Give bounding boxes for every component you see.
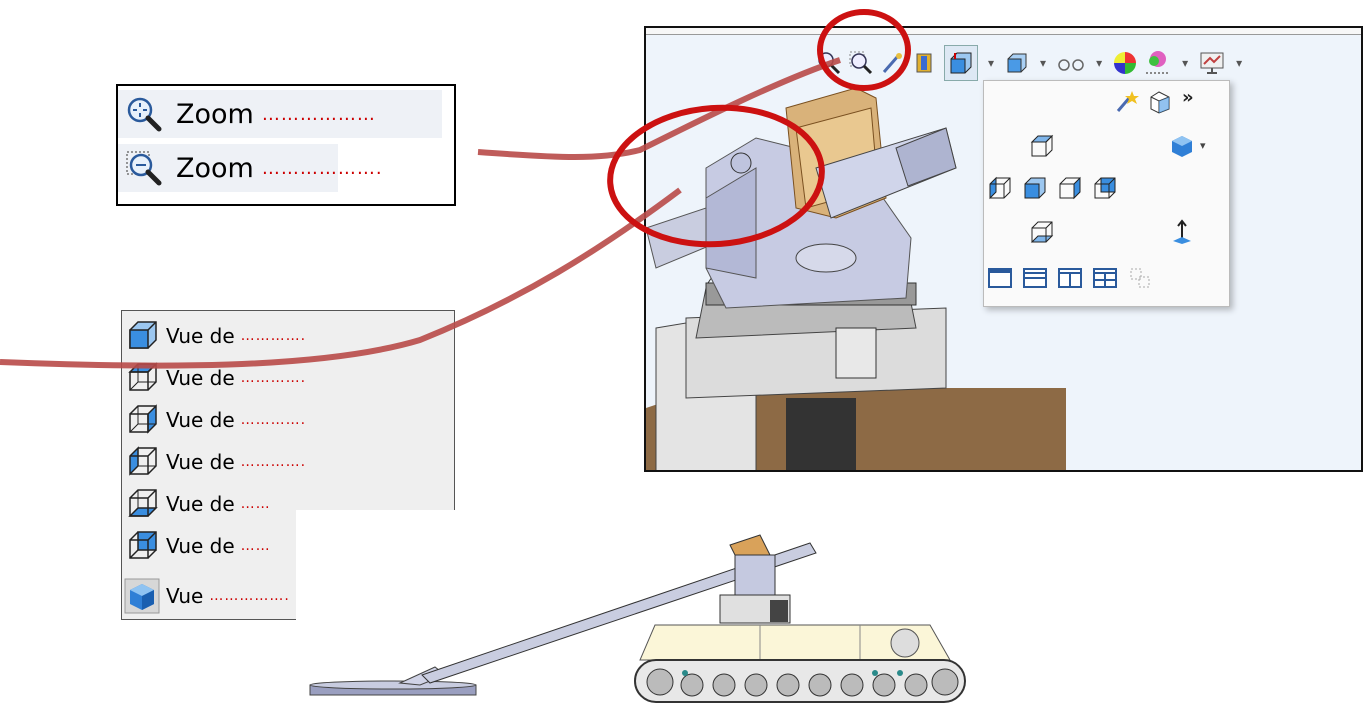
tb-apply-scene[interactable] bbox=[1144, 46, 1172, 80]
top-view-icon bbox=[128, 362, 158, 391]
edit-appearance-icon bbox=[1114, 52, 1137, 74]
view-row-front[interactable]: Vue de …………. bbox=[124, 315, 306, 357]
chevron-down-icon[interactable]: ▾ bbox=[1040, 56, 1046, 70]
zoom-to-area-icon bbox=[126, 151, 162, 186]
front-view-icon bbox=[129, 321, 157, 349]
right-view-icon bbox=[129, 404, 157, 434]
view-label: Vue de bbox=[166, 366, 235, 390]
view-blank: …………. bbox=[240, 454, 307, 470]
zoom-blank: ……………… bbox=[261, 103, 376, 125]
view-row-right[interactable]: Vue de …………. bbox=[124, 399, 306, 441]
two-view-vertical-icon[interactable] bbox=[1057, 265, 1083, 291]
view-settings-icon bbox=[1200, 52, 1224, 74]
tb-zoom-area[interactable] bbox=[848, 46, 874, 80]
view-blank: …………. bbox=[240, 328, 307, 344]
back-view-icon[interactable] bbox=[1092, 175, 1118, 201]
view-label: Vue de bbox=[166, 408, 235, 432]
bottom-view-icon bbox=[128, 489, 158, 517]
view-label: Vue de bbox=[166, 450, 235, 474]
zoom-panel: Zoom ……………… Zoom ………………. bbox=[116, 84, 456, 206]
zoom-to-area-icon bbox=[849, 51, 873, 75]
view-label: Vue de bbox=[166, 492, 235, 516]
isometric-view-icon[interactable] bbox=[1169, 133, 1195, 159]
tb-view-settings[interactable] bbox=[1198, 46, 1226, 80]
view-blank: ……………. bbox=[209, 588, 290, 604]
view-selector-icon[interactable] bbox=[1147, 89, 1173, 115]
new-view-icon[interactable] bbox=[1114, 89, 1140, 115]
view-label: Vue de bbox=[166, 324, 235, 348]
tb-section-view[interactable] bbox=[912, 46, 938, 80]
previous-view-icon bbox=[882, 53, 902, 73]
more-icon[interactable]: » bbox=[1182, 87, 1194, 108]
isometric-view-icon bbox=[124, 578, 160, 614]
front-view-icon[interactable] bbox=[1022, 175, 1048, 201]
tb-view-orientation[interactable] bbox=[944, 45, 978, 81]
section-view-icon bbox=[916, 53, 932, 73]
view-blank: …………. bbox=[240, 412, 307, 428]
left-view-icon[interactable] bbox=[987, 175, 1013, 201]
normal-to-icon[interactable] bbox=[1169, 219, 1195, 245]
tb-hide-show[interactable] bbox=[1056, 46, 1086, 80]
chevron-down-icon[interactable]: ▾ bbox=[1200, 139, 1206, 152]
chevron-down-icon[interactable]: ▾ bbox=[1182, 56, 1188, 70]
robot-tank-illustration bbox=[309, 534, 966, 703]
zoom-to-fit-icon bbox=[127, 97, 162, 132]
view-row-top[interactable]: Vue de …………. bbox=[124, 357, 306, 399]
apply-scene-icon bbox=[1146, 51, 1171, 74]
right-view-icon[interactable] bbox=[1057, 175, 1083, 201]
tb-display-style[interactable] bbox=[1004, 46, 1030, 80]
zoom-fit-row[interactable]: Zoom ……………… bbox=[118, 90, 442, 138]
view-label: Vue bbox=[166, 584, 204, 608]
two-view-horizontal-icon[interactable] bbox=[1022, 265, 1048, 291]
view-orientation-icon bbox=[950, 52, 972, 74]
chevron-down-icon[interactable]: ▾ bbox=[1096, 56, 1102, 70]
bottom-view-icon[interactable] bbox=[1029, 219, 1055, 245]
zoom-area-row[interactable]: Zoom ………………. bbox=[118, 144, 383, 192]
view-blank: …… bbox=[240, 538, 271, 554]
view-row-isometric[interactable]: Vue ……………. bbox=[124, 575, 290, 617]
zoom-label: Zoom bbox=[176, 98, 254, 130]
chevron-down-icon[interactable]: ▾ bbox=[1236, 56, 1242, 70]
view-orientation-menu: » ▾ bbox=[983, 80, 1230, 307]
zoom-to-fit-icon bbox=[818, 52, 841, 75]
hide-show-items-icon bbox=[1058, 59, 1084, 71]
zoom-label: Zoom bbox=[176, 152, 254, 184]
chevron-down-icon[interactable]: ▾ bbox=[988, 56, 994, 70]
view-row-left[interactable]: Vue de …………. bbox=[124, 441, 306, 483]
view-row-back[interactable]: Vue de …… bbox=[124, 525, 271, 567]
four-view-icon[interactable] bbox=[1092, 265, 1118, 291]
display-style-icon bbox=[1007, 53, 1027, 73]
tb-edit-appearance[interactable] bbox=[1112, 46, 1138, 80]
tb-previous-view[interactable] bbox=[880, 46, 906, 80]
tb-zoom-fit[interactable] bbox=[816, 46, 842, 80]
single-view-icon[interactable] bbox=[987, 265, 1013, 291]
view-blank: …………. bbox=[240, 370, 307, 386]
left-view-icon bbox=[129, 446, 157, 476]
link-views-icon[interactable] bbox=[1127, 265, 1153, 291]
view-blank: …… bbox=[240, 496, 271, 512]
back-view-icon bbox=[129, 531, 157, 559]
view-row-bottom[interactable]: Vue de …… bbox=[124, 483, 271, 525]
top-view-icon[interactable] bbox=[1029, 133, 1055, 159]
zoom-blank: ………………. bbox=[261, 157, 383, 179]
view-label: Vue de bbox=[166, 534, 235, 558]
